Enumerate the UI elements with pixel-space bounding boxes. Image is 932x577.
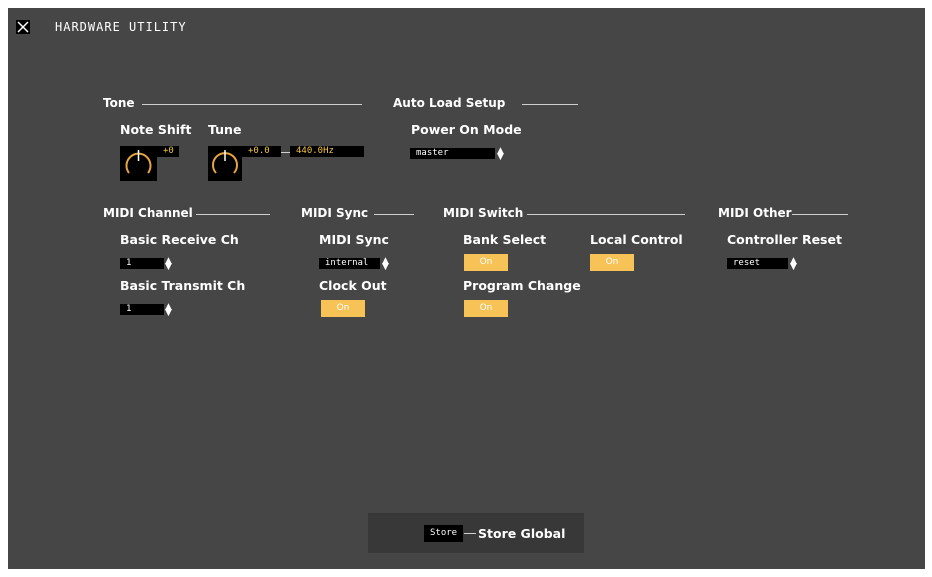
basic-transmit-ch-select[interactable]: 1 — [120, 304, 164, 315]
power-on-mode-label: Power On Mode — [411, 122, 522, 137]
close-icon[interactable] — [16, 20, 30, 34]
store-global-label: Store Global — [478, 526, 566, 541]
bank-select-label: Bank Select — [463, 232, 547, 247]
program-change-toggle[interactable]: On — [464, 300, 508, 317]
controller-reset-select[interactable]: reset — [727, 258, 788, 269]
midi-channel-heading: MIDI Channel — [103, 206, 193, 220]
knob-icon — [208, 146, 242, 181]
hardware-utility-window: HARDWARE UTILITY Tone Note Shift Tune +0… — [8, 8, 925, 569]
midi-switch-heading: MIDI Switch — [443, 206, 524, 220]
window-title: HARDWARE UTILITY — [55, 20, 187, 34]
midi-sync-spin-icon[interactable]: ▲ ▼ — [381, 257, 390, 272]
clock-out-label: Clock Out — [319, 278, 387, 293]
midi-sync-divider — [374, 214, 414, 215]
power-on-mode-spin-icon[interactable]: ▲ ▼ — [496, 147, 505, 162]
program-change-label: Program Change — [463, 278, 581, 293]
tune-value: +0.0 — [242, 146, 281, 157]
tone-heading: Tone — [103, 96, 135, 110]
basic-receive-ch-label: Basic Receive Ch — [120, 232, 239, 247]
tune-connector — [281, 152, 290, 153]
power-on-mode-select[interactable]: master — [410, 148, 495, 159]
tune-hz-value: 440.0Hz — [290, 146, 364, 157]
note-shift-value: +0 — [157, 146, 179, 157]
controller-reset-spin-icon[interactable]: ▲ ▼ — [789, 257, 798, 272]
note-shift-label: Note Shift — [120, 122, 192, 137]
local-control-label: Local Control — [590, 232, 683, 247]
tone-divider — [142, 104, 362, 105]
bank-select-toggle[interactable]: On — [464, 254, 508, 271]
basic-transmit-ch-label: Basic Transmit Ch — [120, 278, 246, 293]
basic-transmit-spin-icon[interactable]: ▲ ▼ — [164, 303, 173, 318]
note-shift-knob[interactable] — [120, 146, 157, 185]
store-button[interactable]: Store — [424, 525, 464, 542]
basic-receive-spin-icon[interactable]: ▲ ▼ — [164, 257, 173, 272]
midi-sync-label: MIDI Sync — [319, 232, 389, 247]
local-control-toggle[interactable]: On — [590, 254, 634, 271]
basic-receive-ch-select[interactable]: 1 — [120, 258, 164, 269]
tune-knob[interactable] — [208, 146, 242, 185]
store-connector — [464, 533, 476, 534]
auto-load-divider — [522, 104, 578, 105]
midi-channel-divider — [196, 214, 270, 215]
auto-load-heading: Auto Load Setup — [393, 96, 506, 110]
clock-out-toggle[interactable]: On — [321, 300, 365, 317]
midi-other-divider — [792, 214, 848, 215]
controller-reset-label: Controller Reset — [727, 232, 842, 247]
midi-sync-heading: MIDI Sync — [301, 206, 369, 220]
midi-switch-divider — [527, 214, 685, 215]
midi-other-heading: MIDI Other — [718, 206, 792, 220]
tune-label: Tune — [208, 122, 242, 137]
knob-icon — [120, 146, 157, 181]
midi-sync-select[interactable]: internal — [319, 258, 380, 269]
